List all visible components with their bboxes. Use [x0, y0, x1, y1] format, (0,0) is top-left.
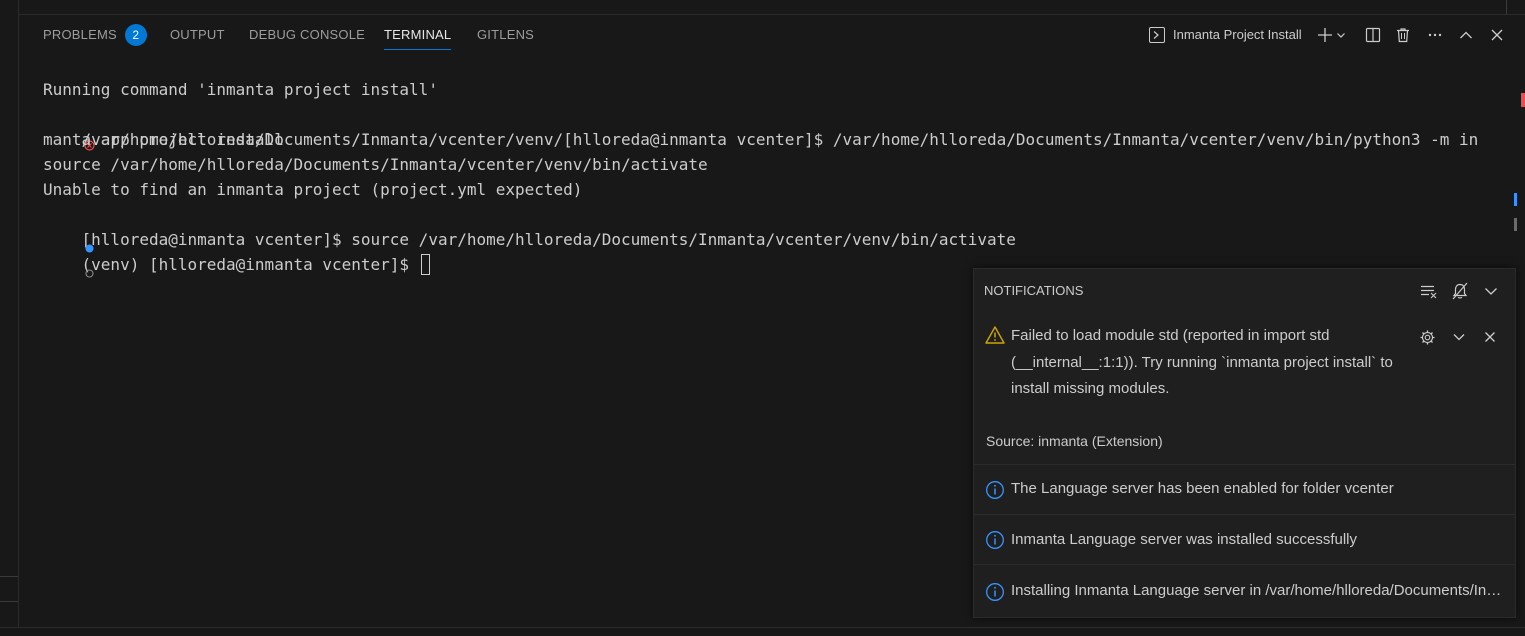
split-icon [1365, 27, 1381, 43]
problems-count-badge: 2 [124, 23, 147, 46]
command-pending-icon [27, 235, 94, 278]
gear-icon [1420, 330, 1434, 344]
kill-terminal-button[interactable] [1391, 23, 1415, 47]
terminal-prompt: (venv) [hlloreda@inmanta vcenter]$ [81, 255, 419, 274]
clear-all-notifications-button[interactable] [1418, 280, 1440, 302]
notifications-header: NOTIFICATIONS [974, 269, 1515, 313]
tab-debug-console-label: DEBUG CONSOLE [249, 27, 366, 42]
tab-gitlens[interactable]: GITLENS [477, 15, 534, 55]
terminal-line: manta.app project install [43, 130, 284, 149]
overview-ruler-marker [1514, 218, 1517, 231]
chevron-down-icon [1485, 288, 1497, 295]
ellipsis-icon [1428, 33, 1442, 37]
terminal-selector[interactable]: Inmanta Project Install [1148, 15, 1308, 55]
notification-message: The Language server has been enabled for… [1011, 480, 1394, 497]
editor-edge [19, 0, 1525, 15]
chevron-down-icon [1337, 33, 1345, 38]
notification-message: Installing Inmanta Language server in /v… [1011, 582, 1507, 599]
chevron-up-icon [1460, 31, 1472, 39]
close-icon [1491, 29, 1503, 41]
notification-message-line: install missing modules. [1011, 380, 1170, 397]
info-icon [985, 530, 1005, 550]
activity-edge [0, 0, 19, 635]
configure-notification-button[interactable] [1416, 326, 1438, 348]
tab-debug-console[interactable]: DEBUG CONSOLE [249, 15, 365, 55]
tab-problems-label: PROBLEMS [43, 27, 117, 42]
notification-warning[interactable]: Failed to load module std (reported in i… [974, 313, 1515, 464]
split-terminal-button[interactable] [1361, 23, 1385, 47]
terminal-prompt-line: (venv) [hlloreda@inmanta vcenter]$ [43, 227, 1503, 278]
notification-source: Source: inmanta (Extension) [986, 433, 1163, 449]
chevron-down-icon [1453, 334, 1465, 341]
command-success-icon[interactable] [27, 210, 94, 253]
terminal-icon [1149, 27, 1165, 43]
clear-all-icon [1421, 285, 1437, 299]
overview-ruler-marker [1514, 193, 1517, 206]
notification-message-line: Failed to load module std (reported in i… [1011, 327, 1330, 344]
terminal-line: [hlloreda@inmanta vcenter]$ source /var/… [43, 202, 1503, 253]
command-error-icon[interactable] [26, 108, 95, 151]
terminal-output[interactable]: Running command 'inmanta project install… [43, 77, 1503, 278]
tab-terminal[interactable]: TERMINAL [384, 15, 452, 55]
notifications-title: NOTIFICATIONS [984, 283, 1084, 298]
terminal-line: Running command 'inmanta project install… [43, 80, 438, 99]
notification-message-line: (__internal__:1:1)). Try running `inmant… [1011, 353, 1393, 371]
plus-icon [1318, 28, 1332, 42]
terminal-cursor [420, 254, 430, 275]
terminal-profiles-dropdown[interactable] [1334, 23, 1348, 47]
tab-gitlens-label: GITLENS [477, 27, 535, 42]
more-actions-button[interactable] [1423, 23, 1447, 47]
terminal-line: source /var/home/hlloreda/Documents/Inma… [43, 155, 708, 174]
hide-notifications-button[interactable] [1480, 280, 1502, 302]
close-icon [1485, 332, 1495, 342]
info-icon [985, 480, 1005, 500]
notification-info[interactable]: Inmanta Language server was installed su… [974, 514, 1515, 565]
notification-message: Failed to load module std (reported in i… [1011, 323, 1393, 403]
maximize-panel-button[interactable] [1454, 23, 1478, 47]
terminal-name: Inmanta Project Install [1173, 27, 1302, 42]
do-not-disturb-button[interactable] [1449, 280, 1471, 302]
info-icon [985, 582, 1005, 602]
notification-info[interactable]: The Language server has been enabled for… [974, 464, 1515, 515]
terminal-line: /var/home/hlloreda/Documents/Inmanta/vce… [43, 102, 1503, 151]
overview-ruler-error-mark [1521, 93, 1525, 107]
notification-message: Inmanta Language server was installed su… [1011, 531, 1358, 548]
bell-slash-icon [1452, 282, 1468, 300]
trash-icon [1397, 28, 1409, 43]
notification-info[interactable]: Installing Inmanta Language server in /v… [974, 564, 1515, 617]
tab-output-label: OUTPUT [170, 27, 225, 42]
tab-problems[interactable]: PROBLEMS 2 [43, 15, 147, 55]
collapse-notification-button[interactable] [1448, 326, 1470, 348]
terminal-line: Unable to find an inmanta project (proje… [43, 180, 583, 199]
warning-icon [985, 325, 1005, 345]
close-notification-button[interactable] [1479, 326, 1501, 348]
close-panel-button[interactable] [1485, 23, 1509, 47]
notifications-center: NOTIFICATIONS Failed to load module std … [973, 268, 1516, 618]
tab-output[interactable]: OUTPUT [170, 15, 225, 55]
tab-terminal-label: TERMINAL [384, 27, 452, 42]
panel-header: PROBLEMS 2 OUTPUT DEBUG CONSOLE TERMINAL … [19, 15, 1525, 55]
